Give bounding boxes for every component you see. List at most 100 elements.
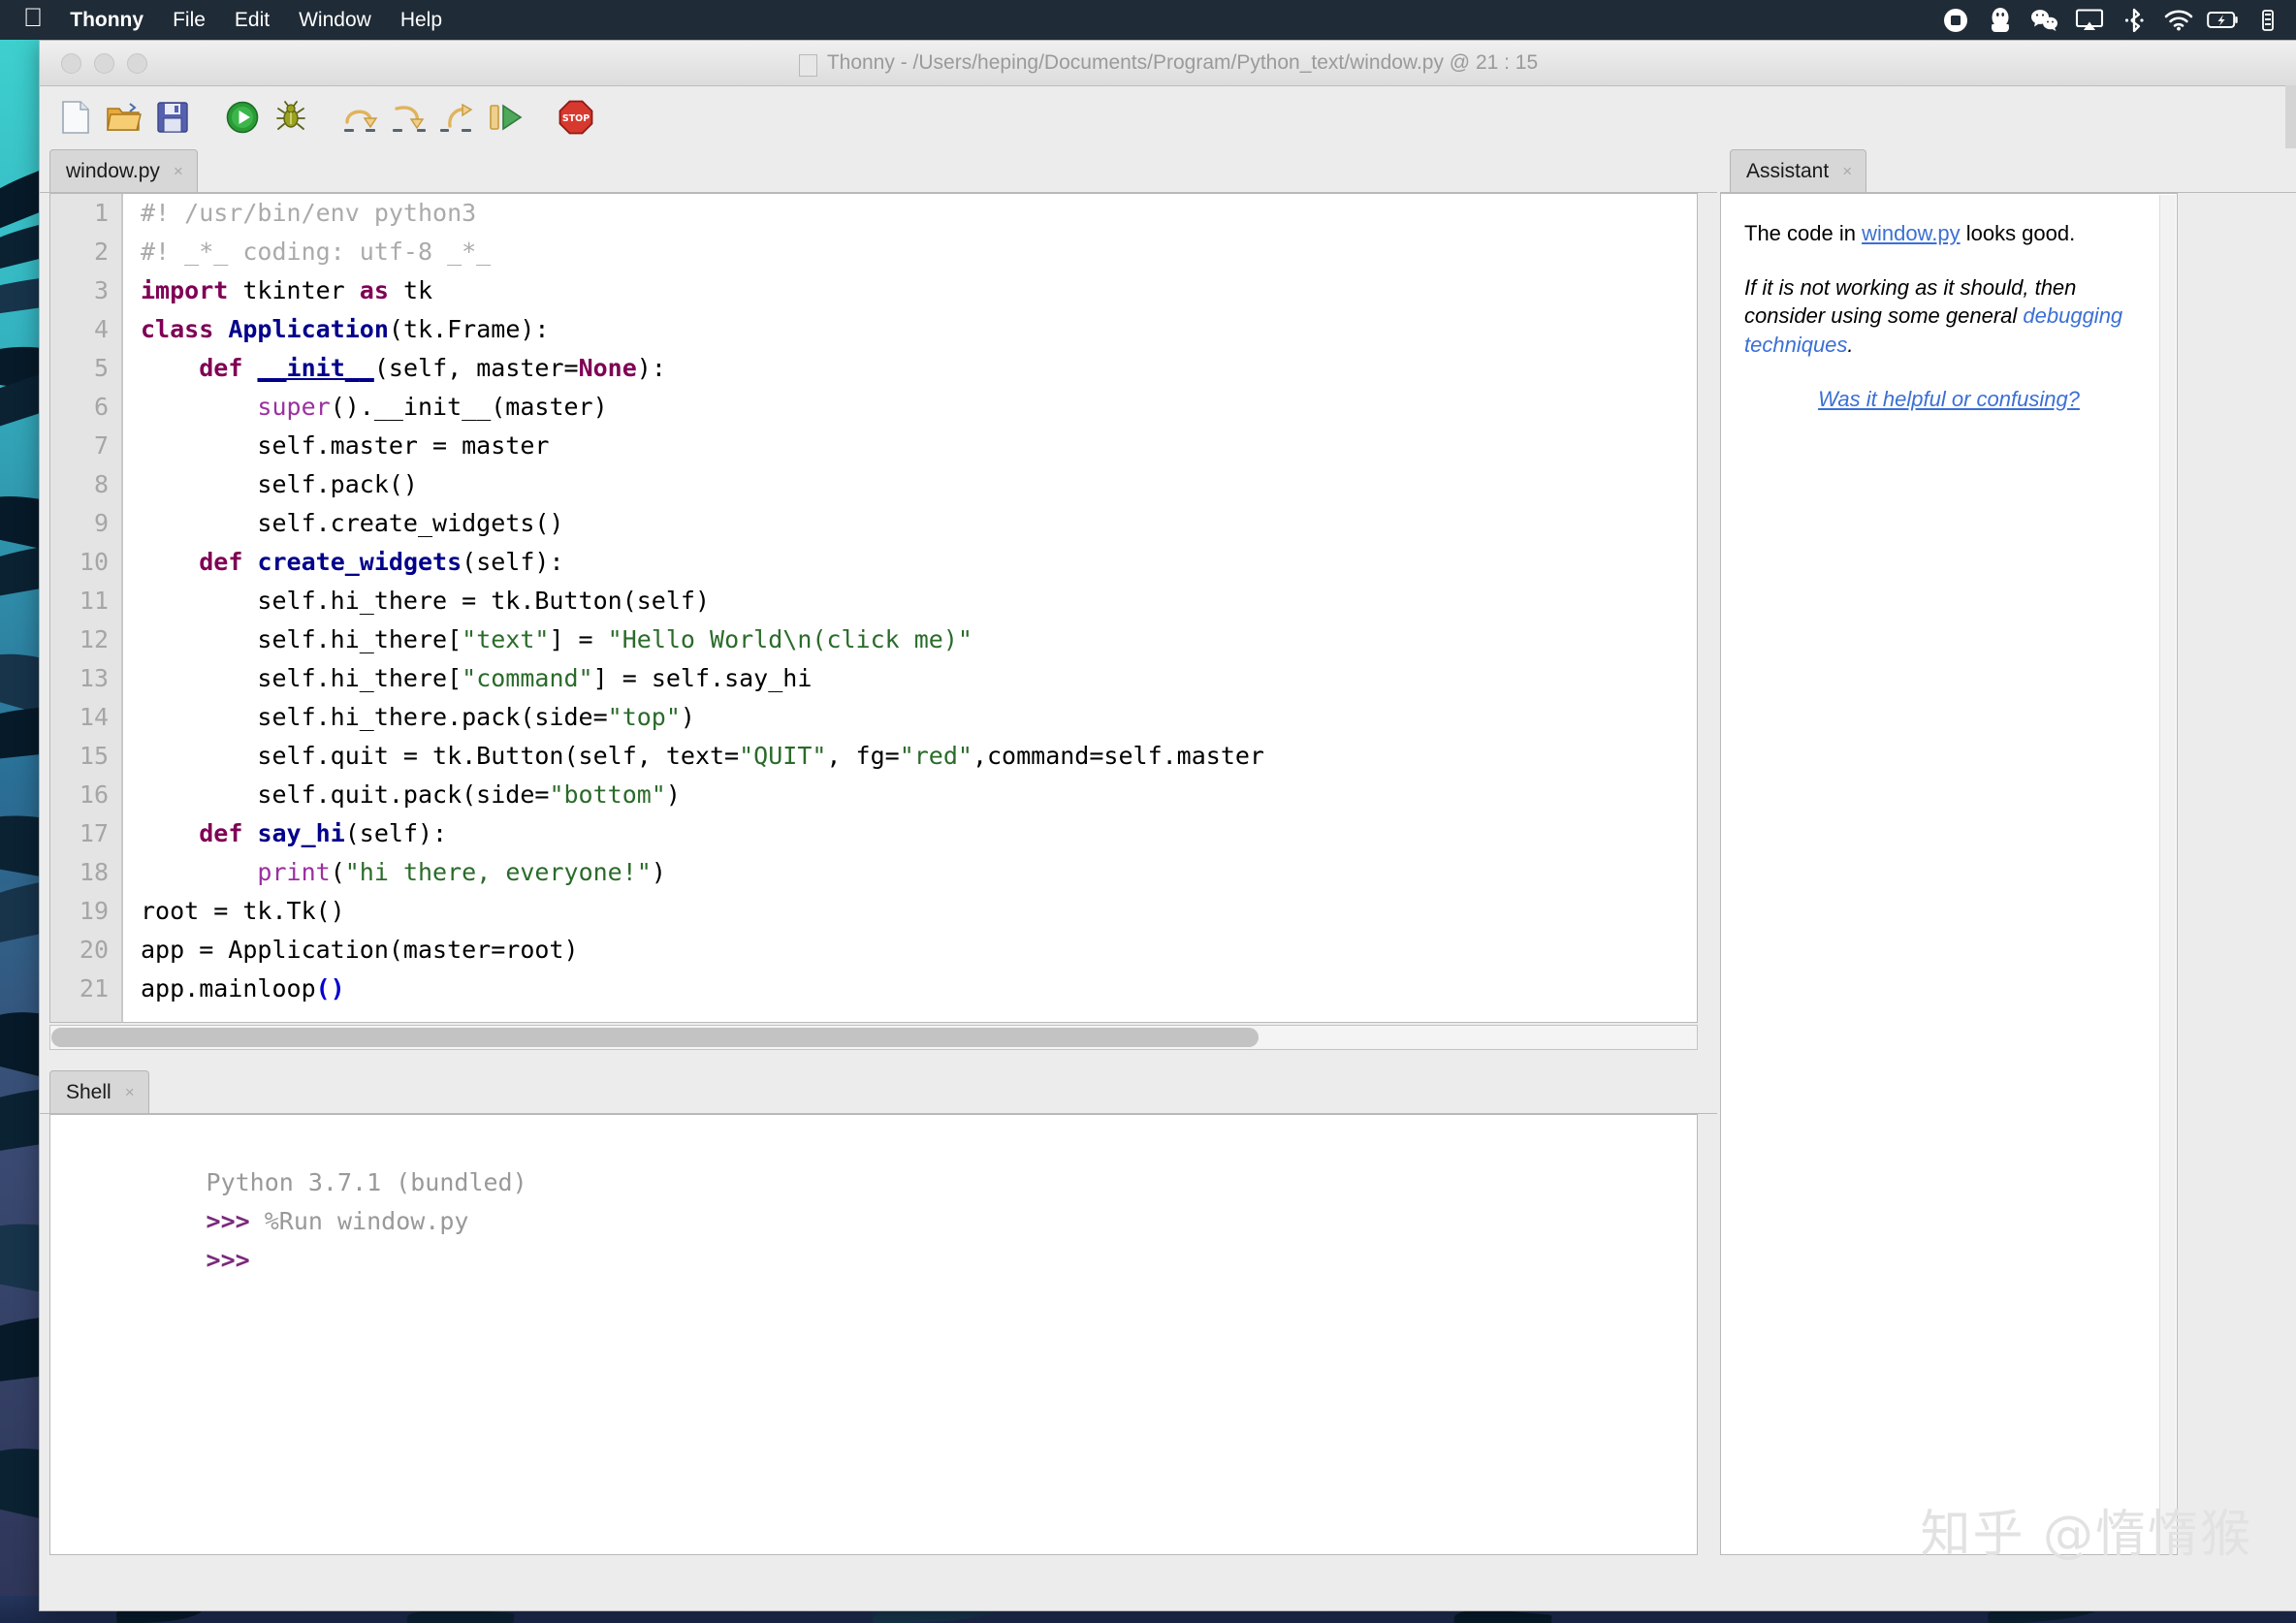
control-center-icon[interactable] (2246, 0, 2290, 40)
code-line-16: self.quit.pack(side="bottom") (141, 780, 681, 809)
code-line-15: self.quit = tk.Button(self, text="QUIT",… (141, 742, 1264, 770)
line-number: 9 (93, 509, 109, 537)
tab-label: Shell (66, 1080, 112, 1103)
assistant-vertical-scrollbar[interactable] (2159, 195, 2176, 1554)
menu-item-window[interactable]: Window (299, 9, 371, 32)
shell-prompt: >>> (206, 1207, 250, 1235)
line-number: 17 (79, 819, 109, 847)
close-icon[interactable]: × (1842, 162, 1852, 181)
menu-item-edit[interactable]: Edit (235, 9, 270, 32)
step-out-button[interactable] (435, 95, 480, 140)
tab-shell[interactable]: Shell × (49, 1070, 149, 1113)
step-over-button[interactable] (338, 95, 383, 140)
code-editor[interactable]: 1 2 3 4 5 6 7 8 9 10 11 12 13 14 15 16 1 (49, 193, 1698, 1023)
window-title: Thonny - /Users/heping/Documents/Program… (40, 51, 2296, 77)
code-line-21: app.mainloop() (141, 974, 345, 1002)
shell-tabstrip: Shell × (40, 1069, 1717, 1114)
line-number: 7 (93, 431, 109, 460)
menu-bar-status-tray (1933, 0, 2290, 40)
run-button[interactable] (220, 95, 265, 140)
assistant-message-secondary: If it is not working as it should, then … (1744, 273, 2153, 360)
menu-item-file[interactable]: File (173, 9, 206, 32)
editor-and-shell-column: window.py × 1 2 3 4 5 6 7 8 9 10 11 12 1… (40, 148, 1717, 1610)
editor-horizontal-scrollbar[interactable] (49, 1025, 1698, 1050)
open-file-button[interactable] (102, 95, 146, 140)
line-number: 2 (93, 238, 109, 266)
code-line-2: #! _*_ coding: utf-8 _*_ (141, 238, 492, 266)
resume-button[interactable] (484, 95, 528, 140)
screen-record-icon[interactable] (1933, 0, 1978, 40)
stop-button[interactable]: STOP (554, 95, 598, 140)
step-into-button[interactable] (387, 95, 431, 140)
editor-tabstrip: window.py × (40, 148, 1717, 193)
shell-prompt: >>> (206, 1246, 250, 1274)
code-line-20: app = Application(master=root) (141, 936, 579, 964)
window-title-bar: Thonny - /Users/heping/Documents/Program… (40, 41, 2296, 86)
menu-item-thonny[interactable]: Thonny (70, 9, 144, 32)
code-line-9: self.create_widgets() (141, 509, 564, 537)
document-icon (798, 53, 817, 77)
close-icon[interactable]: × (174, 162, 183, 181)
code-line-13: self.hi_there["command"] = self.say_hi (141, 664, 813, 692)
tab-window-py[interactable]: window.py × (49, 149, 198, 192)
main-toolbar: STOP (40, 86, 2296, 148)
airplay-icon[interactable] (2067, 0, 2112, 40)
menu-item-help[interactable]: Help (400, 9, 442, 32)
new-file-button[interactable] (53, 95, 98, 140)
assistant-feedback-row: Was it helpful or confusing? (1744, 385, 2153, 414)
line-number: 21 (79, 974, 109, 1002)
line-number: 18 (79, 858, 109, 886)
qq-penguin-icon[interactable] (1978, 0, 2023, 40)
wifi-icon[interactable] (2156, 0, 2201, 40)
line-number: 1 (93, 199, 109, 227)
shell-console[interactable]: Python 3.7.1 (bundled) >>> %Run window.p… (49, 1114, 1698, 1555)
wechat-icon[interactable] (2023, 0, 2067, 40)
line-number: 14 (79, 703, 109, 731)
code-line-8: self.pack() (141, 470, 418, 498)
line-number: 12 (79, 625, 109, 653)
code-line-5: def __init__(self, master=None): (199, 354, 666, 382)
line-number: 5 (93, 354, 109, 382)
scrollbar-thumb[interactable] (51, 1028, 1259, 1047)
feedback-link[interactable]: Was it helpful or confusing? (1818, 387, 2080, 411)
svg-text:STOP: STOP (562, 113, 590, 124)
line-number-gutter: 1 2 3 4 5 6 7 8 9 10 11 12 13 14 15 16 1 (50, 194, 123, 1022)
code-line-10: def create_widgets(self): (199, 548, 564, 576)
debug-button[interactable] (269, 95, 313, 140)
close-icon[interactable]: × (125, 1083, 135, 1102)
code-line-7: self.master = master (141, 431, 550, 460)
assistant-text-before: The code in (1744, 221, 1863, 245)
tab-label: window.py (66, 159, 160, 182)
thonny-app-window: Thonny - /Users/heping/Documents/Program… (39, 40, 2296, 1611)
battery-charging-icon[interactable] (2201, 0, 2246, 40)
code-line-6: super().__init__(master) (257, 393, 608, 421)
assistant-panel: The code in window.py looks good. If it … (1720, 193, 2178, 1555)
shell-banner-text: Python 3.7.1 (bundled) (206, 1168, 527, 1196)
macos-menu-bar:  Thonny File Edit Window Help (0, 0, 2296, 40)
assistant-text-after: looks good. (1960, 221, 2076, 245)
apple-icon[interactable]:  (23, 5, 43, 31)
bluetooth-icon[interactable] (2112, 0, 2156, 40)
line-number: 11 (79, 587, 109, 615)
line-number: 13 (79, 664, 109, 692)
code-text-area[interactable]: #! /usr/bin/env python3 #! _*_ coding: u… (125, 194, 1697, 1008)
save-file-button[interactable] (150, 95, 195, 140)
code-line-1: #! /usr/bin/env python3 (141, 199, 477, 227)
window-title-text: Thonny - /Users/heping/Documents/Program… (826, 51, 1539, 74)
code-line-11: self.hi_there = tk.Button(self) (141, 587, 710, 615)
code-line-19: root = tk.Tk() (141, 897, 345, 925)
shell-command-text: %Run window.py (264, 1207, 469, 1235)
tab-assistant[interactable]: Assistant × (1730, 149, 1867, 192)
code-line-12: self.hi_there["text"] = "Hello World\n(c… (141, 625, 973, 653)
assistant-tabstrip: Assistant × (1720, 148, 2296, 193)
line-number: 8 (93, 470, 109, 498)
line-number: 4 (93, 315, 109, 343)
shell-line-output: Python 3.7.1 (bundled) (60, 1125, 1697, 1196)
assistant-message-primary: The code in window.py looks good. (1744, 219, 2153, 248)
window-py-link[interactable]: window.py (1862, 221, 1961, 245)
line-number: 6 (93, 393, 109, 421)
line-number: 15 (79, 742, 109, 770)
code-line-4: class Application(tk.Frame): (141, 315, 550, 343)
assistant-text-after: . (1847, 333, 1854, 358)
line-number: 3 (93, 276, 109, 304)
